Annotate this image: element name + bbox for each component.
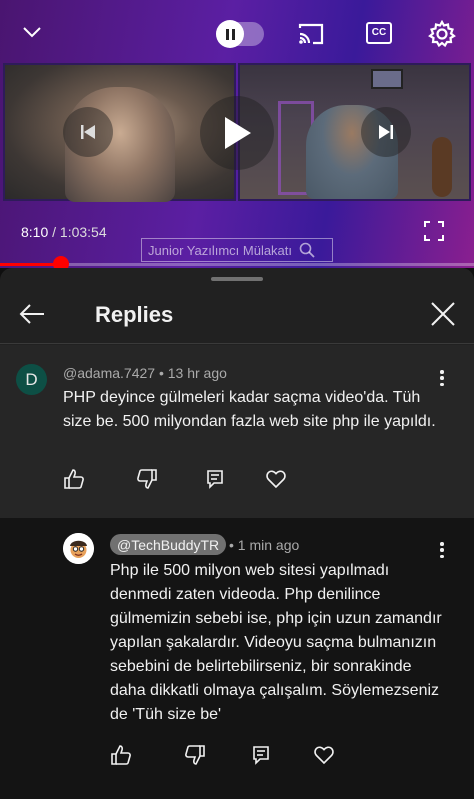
autoplay-toggle[interactable]	[216, 20, 264, 48]
author-chip[interactable]: @TechBuddyTR	[110, 534, 227, 555]
comment-actions	[110, 744, 340, 768]
play-button[interactable]	[200, 96, 274, 170]
meta-separator: •	[158, 365, 164, 381]
replies-panel: Replies D @adama.7427 • 13 hr ago PHP de…	[0, 268, 474, 799]
avatar[interactable]: D	[16, 364, 47, 395]
watermark-text: Junior Yazılımcı Mülakatı	[148, 242, 293, 258]
comment-author[interactable]: @adama.7427	[63, 365, 155, 381]
comment-actions	[63, 468, 293, 492]
previous-button[interactable]	[63, 107, 113, 157]
comment-text: PHP deyince gülmeleri kadar saçma video'…	[63, 389, 436, 430]
next-button[interactable]	[361, 107, 411, 157]
scrubber-handle[interactable]	[52, 256, 69, 268]
search-icon	[299, 242, 315, 258]
fullscreen-icon[interactable]	[424, 221, 444, 241]
guitar	[432, 137, 452, 197]
comment-time: 1 min ago	[237, 537, 300, 553]
video-watermark: Junior Yazılımcı Mülakatı	[141, 238, 333, 262]
skip-next-icon	[379, 125, 393, 139]
comment-meta: • 1 min ago	[229, 537, 299, 553]
close-icon[interactable]	[429, 300, 457, 328]
pause-icon	[216, 20, 244, 48]
chevron-down-icon[interactable]	[20, 20, 44, 44]
heart-icon[interactable]	[313, 744, 337, 768]
channel-logo-icon	[63, 533, 94, 564]
cc-icon[interactable]: CC	[366, 22, 392, 44]
arrow-left-icon[interactable]	[18, 300, 46, 328]
thumb-down-icon[interactable]	[136, 468, 160, 492]
comment-text: Php ile 500 milyon web sitesi yapılmadı …	[110, 562, 442, 723]
play-icon	[225, 117, 251, 149]
gear-icon[interactable]	[426, 18, 458, 50]
panel-title: Replies	[95, 302, 174, 327]
meta-separator: •	[229, 537, 234, 553]
reply-comment: @TechBuddyTR • 1 min ago Php ile 500 mil…	[0, 518, 474, 799]
comment-time: 13 hr ago	[167, 365, 227, 381]
panel-header: Replies	[0, 282, 474, 344]
cast-icon[interactable]	[296, 20, 326, 48]
thumb-up-icon[interactable]	[110, 744, 134, 768]
more-options-icon[interactable]	[437, 368, 447, 388]
skip-previous-icon	[81, 125, 95, 139]
comment-icon[interactable]	[204, 468, 228, 492]
avatar[interactable]	[63, 533, 94, 564]
video-player[interactable]: CC 8:10 / 1:03:54 Junior Yazılımcı Mülak	[0, 0, 474, 268]
thumb-up-icon[interactable]	[63, 468, 87, 492]
parent-comment: D @adama.7427 • 13 hr ago PHP deyince gü…	[0, 345, 474, 518]
thumb-down-icon[interactable]	[184, 744, 208, 768]
more-options-icon[interactable]	[437, 540, 447, 560]
drag-handle[interactable]	[211, 277, 263, 281]
wall-picture	[371, 69, 403, 89]
comment-meta: @adama.7427 • 13 hr ago	[63, 365, 227, 381]
current-time: 8:10	[21, 224, 49, 240]
time-separator: /	[52, 224, 57, 240]
time-display: 8:10 / 1:03:54	[21, 224, 107, 240]
progress-bar[interactable]	[0, 256, 474, 268]
comment-icon[interactable]	[250, 744, 274, 768]
progress-fill	[0, 263, 61, 266]
heart-icon[interactable]	[265, 468, 289, 492]
duration: 1:03:54	[59, 224, 107, 240]
